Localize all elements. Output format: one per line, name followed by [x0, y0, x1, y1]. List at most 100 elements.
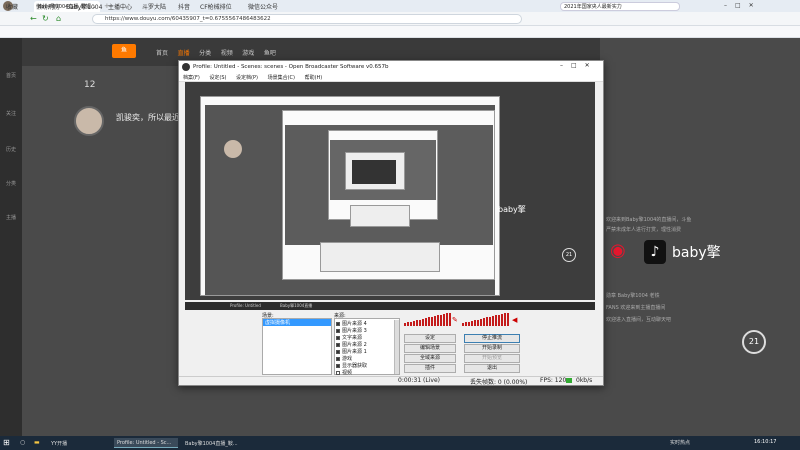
scene-item[interactable]: 虚拟摄像机 [263, 319, 331, 326]
menu-item[interactable]: 场景集合(C) [268, 74, 295, 81]
meter-bar [434, 316, 436, 326]
rail-item[interactable]: 历史 [4, 146, 18, 160]
refresh-icon[interactable]: ↻ [42, 14, 49, 23]
douyu-logo[interactable]: 鱼 [112, 44, 136, 58]
stream-health-indicator [566, 378, 572, 383]
nav-item[interactable]: 分类 [199, 50, 211, 57]
bookmark-item[interactable]: 微信公众号 [248, 2, 278, 11]
explorer-icon[interactable]: ▬ [34, 439, 40, 446]
menu-item[interactable]: 帮助(H) [305, 74, 323, 81]
source-checkbox[interactable] [336, 328, 340, 333]
bookmark-item[interactable]: 懒纷刑房 [36, 2, 60, 11]
meter-bar [498, 314, 500, 326]
bookmark-item[interactable]: 主播中心 [108, 2, 132, 11]
edit-scene-button[interactable]: 编辑场景 [404, 344, 456, 353]
obs-window-controls[interactable]: –□✕ [560, 62, 598, 69]
chat-line: 严禁未成年人进行打赏，理性消费 [606, 227, 682, 233]
menu-item[interactable]: 档案(F) [183, 74, 200, 81]
brand-text: baby擎 [672, 245, 721, 261]
meter-bar [465, 322, 467, 326]
meter-bar [410, 321, 412, 326]
bookmark-item[interactable]: CF枪械排位 [200, 2, 232, 11]
mic-volume-meter[interactable] [404, 312, 452, 326]
source-item[interactable]: 图片来源 2 [336, 341, 367, 348]
start-recording-button[interactable]: 开始录制 [464, 344, 520, 353]
rail-item[interactable]: 关注 [4, 110, 18, 124]
chat-line: 欢迎进入直播间，互动聊天吧 [606, 317, 672, 323]
taskbar-item-obs[interactable]: Profile: Untitled - Sc... [114, 438, 178, 448]
rail-item[interactable]: 分类 [4, 180, 18, 194]
meter-bar [428, 317, 430, 326]
streamer-avatar[interactable] [74, 106, 104, 136]
source-item[interactable]: 文字来源 [336, 334, 362, 341]
bookmark-item[interactable]: 收藏 [6, 2, 18, 11]
desktop-volume-meter[interactable] [462, 312, 512, 326]
rail-item[interactable]: 主播 [4, 214, 18, 228]
bookmark-item[interactable]: 抖音 [178, 2, 190, 11]
meter-bar [507, 312, 509, 326]
start-icon[interactable]: ⊞ [3, 438, 10, 447]
bookmark-item[interactable]: Baby擎1004 [66, 2, 102, 11]
tray-news[interactable]: 实时热点 [670, 439, 690, 446]
nav-item[interactable]: 首页 [156, 50, 168, 57]
url-input[interactable]: https://www.douyu.com/60435907_t=0.67555… [92, 14, 522, 24]
source-item[interactable]: 游戏 [336, 355, 352, 362]
inner-obs-panel [320, 242, 440, 272]
mic-mute-icon[interactable]: ✎ [452, 316, 460, 324]
source-item[interactable]: 视频 [336, 369, 352, 376]
exit-button[interactable]: 退出 [464, 364, 520, 373]
source-checkbox[interactable] [336, 363, 340, 368]
source-checkbox[interactable] [336, 335, 340, 340]
back-icon[interactable]: ← [30, 14, 37, 23]
browser-search-box[interactable]: 2021年国家央人最新实力 [560, 2, 680, 11]
meter-bar [422, 318, 424, 326]
source-item[interactable]: 图片来源 1 [336, 348, 367, 355]
strip-item: Profile: Untitled [230, 303, 261, 308]
source-checkbox[interactable] [336, 370, 340, 375]
meter-bar [443, 313, 445, 326]
weibo-logo-icon: ◉ [610, 240, 626, 261]
window-controls[interactable]: –□✕ [724, 2, 794, 11]
meter-bar [431, 316, 433, 326]
meter-bar [416, 320, 418, 326]
source-checkbox[interactable] [336, 321, 340, 326]
source-checkbox[interactable] [336, 342, 340, 347]
search-icon[interactable]: ○ [20, 439, 25, 446]
nav-item[interactable]: 鱼吧 [264, 50, 276, 57]
hot-count-badge[interactable]: 21 [742, 330, 766, 354]
chat-line: 欢迎来到Baby擎1004的直播间，斗鱼 [606, 217, 692, 223]
meter-bar [449, 312, 451, 326]
meter-bar [404, 323, 406, 326]
bitrate-readout: 0kb/s [576, 377, 593, 384]
scenes-list[interactable] [262, 318, 332, 375]
menu-item[interactable]: 设定(S) [209, 74, 226, 81]
source-checkbox[interactable] [336, 349, 340, 354]
settings-button[interactable]: 设定 [404, 334, 456, 343]
menu-item[interactable]: 设定档(P) [236, 74, 258, 81]
meter-bar [425, 318, 427, 326]
nav-item[interactable]: 直播 [178, 50, 190, 57]
stop-stream-button[interactable]: 停止推流 [464, 334, 520, 343]
meter-bar [413, 320, 415, 326]
taskbar-item-yy[interactable]: YY开播 [48, 438, 108, 448]
meter-bar [471, 320, 473, 326]
sources-scrollbar[interactable] [394, 320, 399, 374]
home-icon[interactable]: ⌂ [56, 14, 61, 23]
source-item[interactable]: 图片来源 3 [336, 327, 367, 334]
speaker-mute-icon[interactable]: ◀ [512, 316, 520, 324]
source-item[interactable]: 图片来源 4 [336, 320, 367, 327]
nav-item[interactable]: 视频 [221, 50, 233, 57]
inner-obs-panel-2 [350, 205, 410, 227]
nav-item[interactable]: 游戏 [242, 50, 254, 57]
source-checkbox[interactable] [336, 356, 340, 361]
taskbar-item-browser[interactable]: Baby擎1004直播_鞍... [182, 438, 246, 448]
plugins-button[interactable]: 插件 [404, 364, 456, 373]
meter-bar [407, 322, 409, 326]
source-item[interactable]: 显示器获取 [336, 362, 367, 369]
start-preview-button[interactable]: 开始预览 [464, 354, 520, 363]
rail-item[interactable]: 首页 [4, 72, 18, 86]
bookmark-item[interactable]: 斗罗大陆 [142, 2, 166, 11]
meter-bar [489, 316, 491, 326]
global-sources-button[interactable]: 全域来源 [404, 354, 456, 363]
preview-hot-count: 21 [562, 248, 576, 262]
